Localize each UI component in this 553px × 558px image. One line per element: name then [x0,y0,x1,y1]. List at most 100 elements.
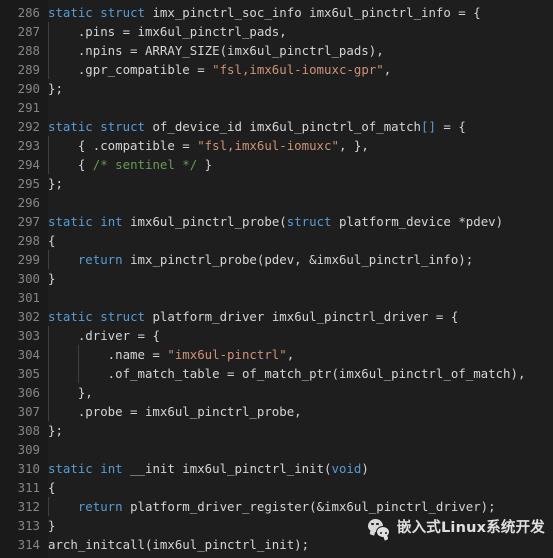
line-number: 297 [0,212,48,231]
code-line[interactable]: { [48,231,553,250]
code-token-plain: = [435,119,459,134]
line-number-value: 310 [17,461,40,476]
line-number: 310 [0,459,48,478]
line-number: 295 [0,174,48,193]
code-line[interactable]: .probe = imx6ul_pinctrl_probe, [48,402,553,421]
code-content-area[interactable]: static struct imx_pinctrl_soc_info imx6u… [48,0,553,558]
line-number: 292 [0,117,48,136]
code-token-plain: .of_match_table = of_match_ptr(imx6ul_pi… [48,366,526,381]
line-number: 302 [0,307,48,326]
code-line[interactable]: }; [48,174,553,193]
code-token-plain: { [48,480,56,495]
code-token-plain: platform_driver imx6ul_pinctrl_driver = [145,309,451,324]
code-token-plain: , }, [338,138,369,153]
line-number-value: 288 [17,43,40,58]
line-number: 291 [0,98,48,117]
code-token-str: "fsl,imx6ul-iomuxc" [197,138,339,153]
line-number-value: 297 [17,214,40,229]
code-line[interactable]: } [48,269,553,288]
line-number-value: 306 [17,385,40,400]
code-token-plain: imx_pinctrl_soc_info imx6ul_pinctrl_info… [145,5,474,20]
line-number: 307 [0,402,48,421]
code-line[interactable] [48,288,553,307]
code-token-key: static [48,5,93,20]
line-number-value: 302 [17,309,40,324]
line-number: 311 [0,478,48,497]
code-line[interactable]: .driver = { [48,326,553,345]
code-line[interactable]: static struct imx_pinctrl_soc_info imx6u… [48,3,553,22]
code-token-plain: of_device_id imx6ul_pinctrl_of_match [145,119,422,134]
code-token-key: void [331,461,362,476]
code-line[interactable]: arch_initcall(imx6ul_pinctrl_init); [48,535,553,554]
code-token-plain: imx6ul_pinctrl_probe( [122,214,287,229]
code-token-plain: , [286,347,295,362]
code-token-plain: , [383,62,392,77]
line-number: 300 [0,269,48,288]
code-token-plain: }; [48,81,63,96]
code-token-key: struct [286,214,332,229]
line-number: 308 [0,421,48,440]
line-number-value: 311 [17,480,40,495]
code-line[interactable] [48,193,553,212]
code-token-key: static [48,214,93,229]
line-number-value: 313 [17,518,40,533]
line-number: 303 [0,326,48,345]
code-token-br1: { [473,5,481,20]
code-line[interactable]: { .compatible = "fsl,imx6ul-iomuxc", }, [48,136,553,155]
code-editor: 286 287 288 289 290 291 292 293 294 295 296 297 298 2… [0,0,553,558]
line-number: 286 [0,3,48,22]
code-token-plain: }; [48,176,63,191]
code-token-br1: { [152,328,160,343]
code-line[interactable]: static struct platform_driver imx6ul_pin… [48,307,553,326]
line-number-value: 292 [17,119,40,134]
code-token-br2: [] [421,119,436,134]
code-line[interactable]: static int __init imx6ul_pinctrl_init(vo… [48,459,553,478]
code-token-key: int [100,461,123,476]
code-line-list: static struct imx_pinctrl_soc_info imx6u… [48,0,553,554]
code-line[interactable]: .of_match_table = of_match_ptr(imx6ul_pi… [48,364,553,383]
code-line[interactable]: .pins = imx6ul_pinctrl_pads, [48,22,553,41]
line-number: 290 [0,79,48,98]
line-number: 298 [0,231,48,250]
code-line[interactable]: return imx_pinctrl_probe(pdev, &imx6ul_p… [48,250,553,269]
code-token-key: return [77,252,123,267]
code-line[interactable]: .name = "imx6ul-pinctrl", [48,345,553,364]
code-line[interactable]: static int imx6ul_pinctrl_probe(struct p… [48,212,553,231]
indent-guide [48,326,49,421]
code-line[interactable]: } [48,516,553,535]
code-line[interactable] [48,440,553,459]
code-line[interactable]: }; [48,421,553,440]
code-line[interactable]: }; [48,79,553,98]
line-number-value: 304 [17,347,40,362]
line-number: 294 [0,155,48,174]
line-number-value: 303 [17,328,40,343]
code-line[interactable]: { [48,478,553,497]
line-number: 299 [0,250,48,269]
line-number-value: 300 [17,271,40,286]
code-token-plain: }, [48,385,93,400]
line-number: 306 [0,383,48,402]
code-line[interactable]: .gpr_compatible = "fsl,imx6ul-iomuxc-gpr… [48,60,553,79]
code-line[interactable]: static struct of_device_id imx6ul_pinctr… [48,117,553,136]
code-line[interactable]: .npins = ARRAY_SIZE(imx6ul_pinctrl_pads)… [48,41,553,60]
line-number-value: 312 [17,499,40,514]
code-token-br1: { [458,119,466,134]
code-token-br1: { [450,309,459,324]
line-number-value: 286 [17,5,40,20]
code-token-plain: .gpr_compatible = [48,62,213,77]
code-line[interactable]: return platform_driver_register(&imx6ul_… [48,497,553,516]
code-token-plain: imx_pinctrl_probe(pdev, &imx6ul_pinctrl_… [122,252,474,267]
code-line[interactable] [48,98,553,117]
code-token-plain: ) [361,461,369,476]
line-number-value: 295 [17,176,40,191]
line-number-value: 299 [17,252,40,267]
code-line[interactable]: { /* sentinel */ } [48,155,553,174]
line-number: 287 [0,22,48,41]
code-token-plain: platform_driver_register(&imx6ul_pinctrl… [122,499,496,514]
line-number-value: 289 [17,62,40,77]
line-number-value: 308 [17,423,40,438]
code-token-plain: platform_device *pdev) [331,214,504,229]
code-line[interactable]: }, [48,383,553,402]
